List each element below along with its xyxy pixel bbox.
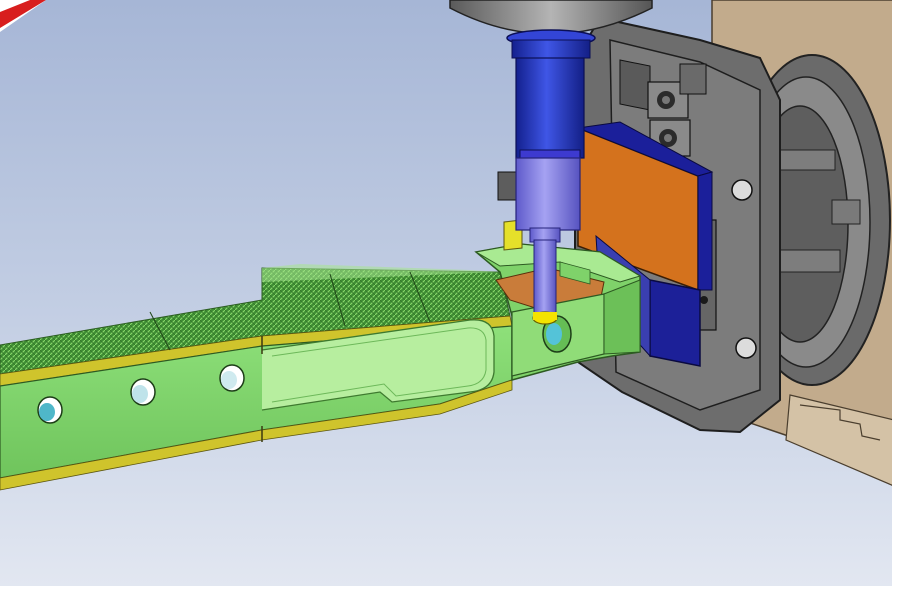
page-margin-right bbox=[894, 0, 911, 596]
page-margin-bottom bbox=[0, 586, 911, 596]
cad-viewport[interactable] bbox=[0, 0, 894, 586]
